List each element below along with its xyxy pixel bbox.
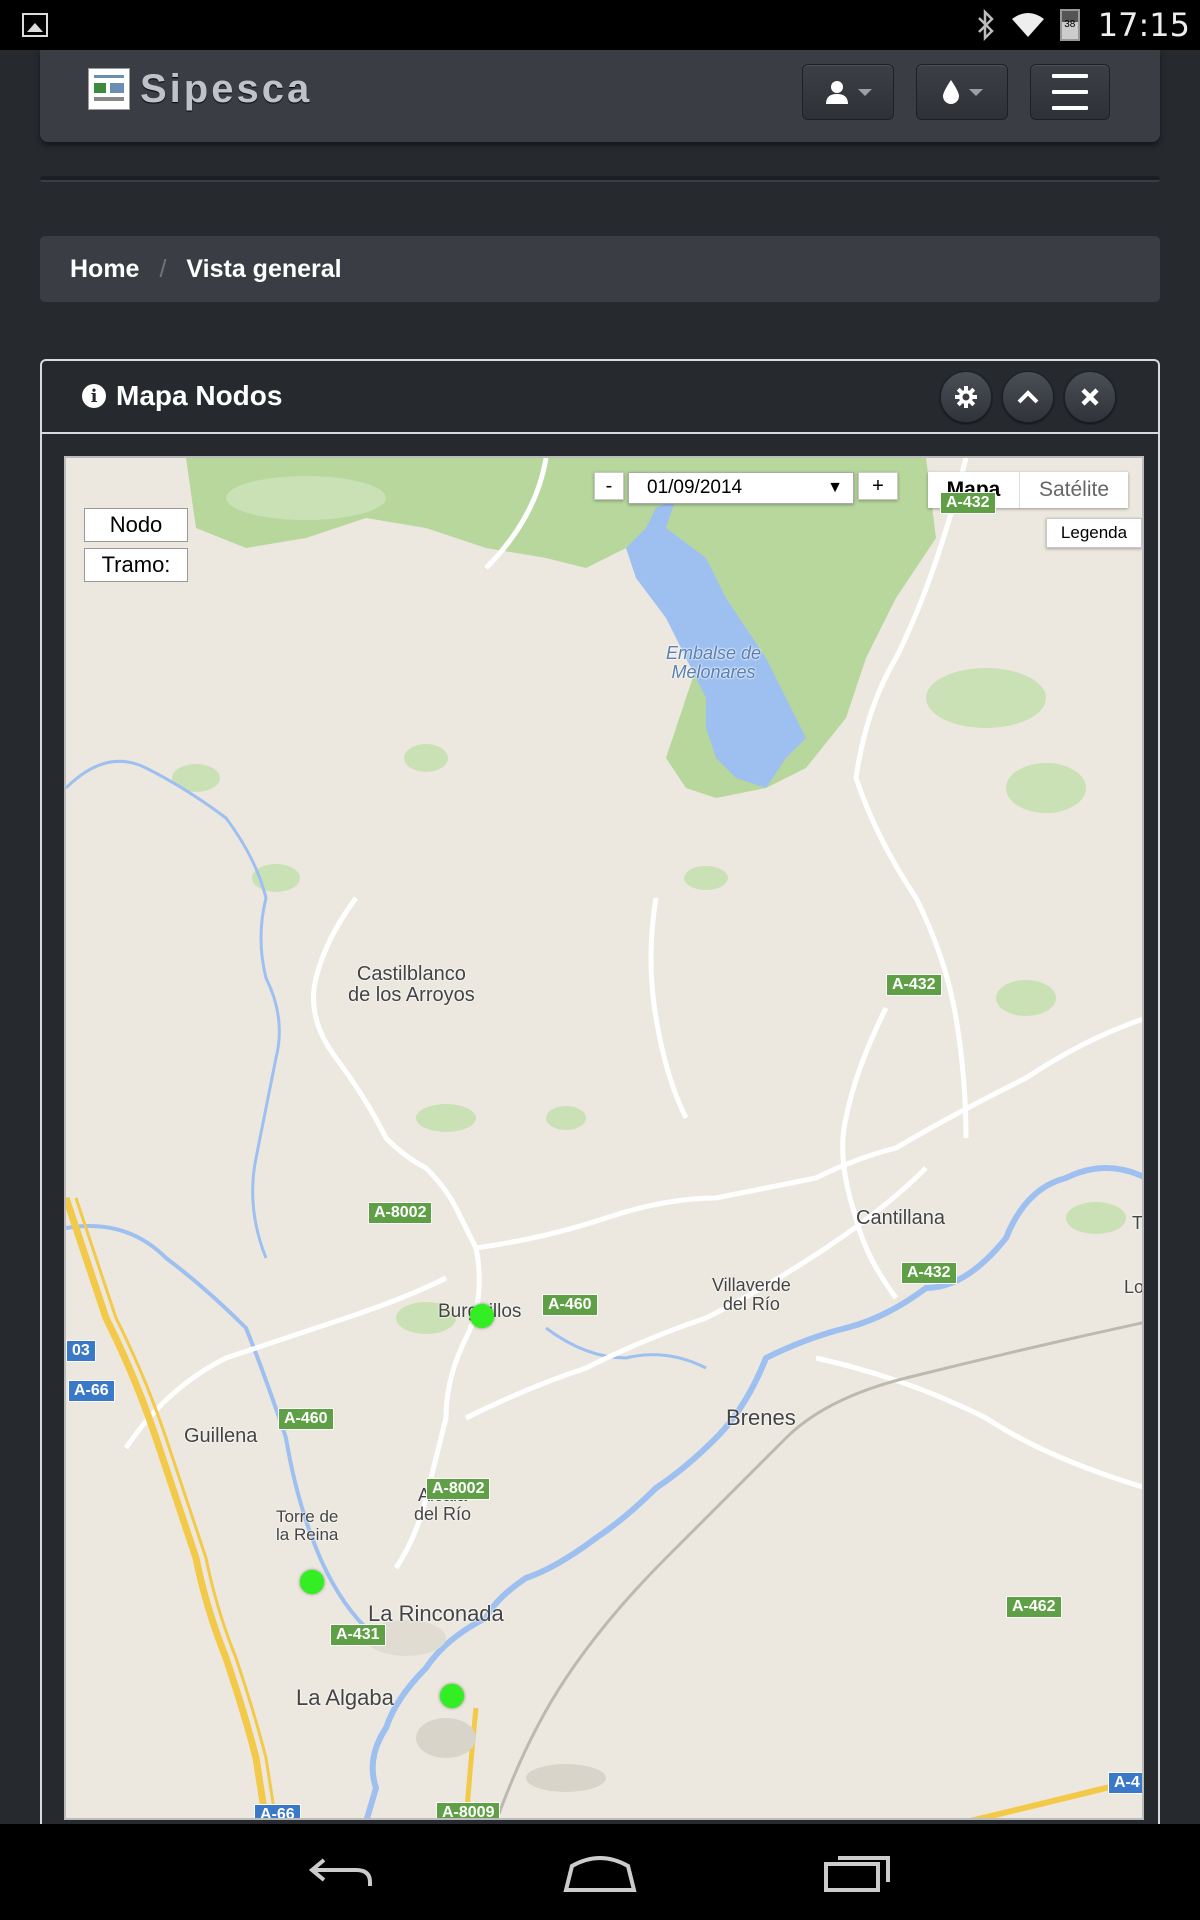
road-shield: A-8002 — [368, 1202, 433, 1224]
info-tramo-box: Tramo: — [84, 548, 188, 582]
info-nodo-box: Nodo — [84, 508, 188, 542]
road-shield: A-460 — [542, 1294, 598, 1316]
road-shield: A-66 — [254, 1804, 301, 1818]
road-shield: A-432 — [940, 492, 996, 514]
status-bar: 38 17:15 — [0, 0, 1200, 50]
brand-logo[interactable] — [88, 68, 130, 110]
panel-title-text: Mapa Nodos — [116, 380, 283, 411]
user-icon — [826, 81, 848, 104]
place-label: Guillena — [184, 1425, 258, 1447]
bluetooth-icon — [977, 9, 994, 41]
system-nav-bar — [0, 1824, 1200, 1920]
road-shield: A-460 — [278, 1408, 334, 1430]
date-next-button[interactable]: + — [858, 472, 898, 500]
place-label: Torre de la Reina — [276, 1507, 339, 1544]
place-label: Villaverde del Río — [712, 1275, 791, 1314]
place-label: Cantillana — [856, 1207, 945, 1229]
chevron-down-icon — [858, 88, 872, 96]
place-label: Embalse de Melonares — [666, 643, 762, 682]
recent-apps-icon[interactable] — [822, 1852, 892, 1894]
place-label: Brenes — [726, 1405, 796, 1430]
status-icons: 38 17:15 — [976, 0, 1190, 50]
road-shield: 03 — [66, 1340, 96, 1362]
road-shield: A-8002 — [426, 1478, 491, 1500]
panel-close-button[interactable] — [1064, 371, 1116, 423]
road-shield: A-432 — [886, 974, 942, 996]
battery-icon: 38 — [1059, 9, 1080, 41]
back-icon[interactable] — [306, 1852, 376, 1892]
date-prev-button[interactable]: - — [594, 472, 624, 500]
road-shield: A-4 — [1108, 1772, 1142, 1794]
info-icon: i — [82, 384, 106, 408]
panel-collapse-button[interactable] — [1002, 371, 1054, 423]
panel-settings-button[interactable] — [940, 371, 992, 423]
place-label: Castilblanco de los Arroyos — [348, 963, 475, 1006]
place-label: Lo — [1124, 1277, 1144, 1297]
map-type-satellite-button[interactable]: Satélite — [1020, 472, 1128, 508]
breadcrumb-home[interactable]: Home — [70, 255, 139, 284]
top-navbar: Sipesca — [40, 50, 1160, 142]
node-marker[interactable] — [300, 1570, 324, 1594]
drop-dropdown-button[interactable] — [916, 64, 1008, 120]
road-shield: A-66 — [68, 1380, 115, 1402]
home-icon[interactable] — [562, 1848, 638, 1894]
menu-toggle-button[interactable] — [1030, 64, 1110, 120]
close-icon — [1081, 388, 1099, 406]
legend-button[interactable]: Legenda — [1046, 518, 1142, 548]
dropdown-arrow-icon: ▼ — [827, 479, 843, 496]
breadcrumb-current: Vista general — [186, 254, 342, 283]
panel-header: i Mapa Nodos — [42, 361, 1158, 434]
brand-name[interactable]: Sipesca — [140, 67, 312, 112]
chevron-up-icon — [1017, 390, 1039, 404]
breadcrumb: Home / Vista general — [40, 236, 1160, 302]
date-value: 01/09/2014 — [647, 477, 743, 498]
wifi-icon — [1011, 13, 1044, 37]
road-shield: A-431 — [330, 1624, 386, 1646]
navbar-divider — [40, 176, 1160, 182]
chevron-down-icon — [969, 88, 983, 96]
road-shield: A-8009 — [436, 1802, 501, 1818]
battery-level: 38 — [1064, 19, 1076, 30]
place-label: La Rinconada — [368, 1601, 504, 1626]
place-label: T — [1132, 1213, 1143, 1233]
breadcrumb-separator: / — [159, 254, 167, 283]
map-base-layer — [66, 458, 1142, 1818]
water-drop-icon — [943, 80, 959, 104]
user-dropdown-button[interactable] — [802, 64, 894, 120]
place-label: La Algaba — [296, 1685, 394, 1710]
clock: 17:15 — [1097, 6, 1190, 44]
date-select[interactable]: 01/09/2014 ▼ — [628, 472, 854, 504]
node-marker[interactable] — [440, 1684, 464, 1708]
gallery-icon — [22, 13, 48, 37]
node-marker[interactable] — [470, 1304, 494, 1328]
road-shield: A-462 — [1006, 1596, 1062, 1618]
map-canvas[interactable]: - 01/09/2014 ▼ + Mapa Satélite Legenda N… — [64, 456, 1144, 1820]
gear-icon — [955, 386, 977, 408]
road-shield: A-432 — [901, 1262, 957, 1284]
panel-title: i Mapa Nodos — [82, 380, 282, 412]
